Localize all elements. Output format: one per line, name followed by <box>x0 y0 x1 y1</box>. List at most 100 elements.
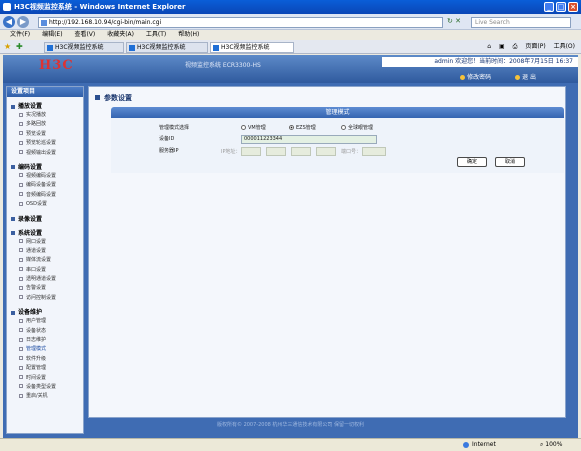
cancel-button[interactable]: 取消 <box>495 157 525 167</box>
sidebar-item-video-output[interactable]: 视频输出设置 <box>7 149 83 158</box>
item-label: 预览轮巡设置 <box>26 140 57 147</box>
menu-edit[interactable]: 编辑(E) <box>42 31 62 38</box>
item-icon <box>19 150 23 155</box>
sidebar-item-live[interactable]: 实况播放 <box>7 111 83 120</box>
radio-global[interactable] <box>341 125 346 130</box>
sidebar-item-preview[interactable]: 预览设置 <box>7 130 83 139</box>
item-label: 设备状态 <box>26 327 47 334</box>
sidebar-item-network[interactable]: 网口设置 <box>7 238 83 247</box>
sidebar-item-upgrade[interactable]: 软件升级 <box>7 355 83 364</box>
mode-option-global[interactable]: 全球眼管理 <box>341 124 373 131</box>
ip-octet-4[interactable] <box>316 147 336 156</box>
sidebar-item-multi-playback[interactable]: 多路回放 <box>7 120 83 129</box>
item-icon <box>19 192 23 197</box>
refresh-stop-buttons[interactable]: ↻ ✕ <box>447 17 471 28</box>
menu-view[interactable]: 查看(V) <box>74 31 95 38</box>
ip-octet-1[interactable] <box>241 147 261 156</box>
item-label: 透明通道设置 <box>26 276 57 283</box>
ip-label: IP地址： <box>221 149 241 155</box>
mode-label: 管理模式选择 <box>159 125 190 131</box>
menu-file[interactable]: 文件(F) <box>10 31 30 38</box>
menu-help[interactable]: 帮助(H) <box>178 31 199 38</box>
mode-option-ezs[interactable]: EZS管理 <box>289 124 316 131</box>
home-icon[interactable]: ⌂ <box>487 43 491 50</box>
menu-favorites[interactable]: 收藏夹(A) <box>107 31 134 38</box>
sidebar-item-reboot[interactable]: 重启/关机 <box>7 392 83 401</box>
logout-link[interactable]: 退 出 <box>515 74 536 81</box>
option-label: EZS管理 <box>296 125 316 131</box>
sidebar-item-channel[interactable]: 通道设置 <box>7 247 83 256</box>
live-search-input[interactable]: Live Search <box>471 17 571 28</box>
globe-icon <box>463 441 469 448</box>
sidebar-item-audio-encoding[interactable]: 音频编码设置 <box>7 191 83 200</box>
browser-tab-3[interactable]: H3C视频监控系统 <box>210 42 294 53</box>
back-button[interactable]: ◀ <box>3 16 15 28</box>
item-label: 串口设置 <box>26 266 47 273</box>
sidebar-item-management-mode[interactable]: 管理模式 <box>7 345 83 354</box>
mode-option-vm[interactable]: VM管理 <box>241 124 266 131</box>
feeds-icon[interactable]: ▣ <box>499 43 505 50</box>
close-button[interactable]: × <box>568 2 578 12</box>
ip-octet-2[interactable] <box>266 147 286 156</box>
sidebar-item-encoder-device[interactable]: 编码设备设置 <box>7 181 83 190</box>
group-title-playback[interactable]: 播放设置 <box>7 103 83 111</box>
print-icon[interactable]: ⎙ <box>513 43 518 50</box>
sidebar-item-users[interactable]: 用户管理 <box>7 317 83 326</box>
tab-favicon <box>129 45 135 51</box>
sidebar-item-alarm[interactable]: 告警设置 <box>7 284 83 293</box>
item-icon <box>19 201 23 206</box>
sidebar-item-device-status[interactable]: 设备状态 <box>7 327 83 336</box>
port-input[interactable] <box>362 147 386 156</box>
menu-tools[interactable]: 工具(T) <box>146 31 166 38</box>
radio-ezs[interactable] <box>289 125 294 130</box>
item-label: 网口设置 <box>26 238 47 245</box>
sidebar-item-time[interactable]: 时间设置 <box>7 374 83 383</box>
option-label: VM管理 <box>248 125 266 131</box>
item-icon <box>19 182 23 187</box>
copyright-footer: 版权所有© 2007-2008 杭州华三通信技术有限公司 保留一切权利 <box>216 422 365 428</box>
group-title-system[interactable]: 系统设置 <box>7 230 83 238</box>
item-icon <box>19 257 23 262</box>
item-label: 媒体流设置 <box>26 257 52 264</box>
confirm-button[interactable]: 确定 <box>457 157 487 167</box>
add-favorite-icon[interactable]: ✚ <box>16 42 23 51</box>
sidebar-item-media-stream[interactable]: 媒体流设置 <box>7 256 83 265</box>
item-label: 设备类型设置 <box>26 383 57 390</box>
item-icon <box>19 356 23 361</box>
item-icon <box>19 140 23 145</box>
maximize-button[interactable]: □ <box>556 2 566 12</box>
sidebar-item-config[interactable]: 配置管理 <box>7 364 83 373</box>
radio-vm[interactable] <box>241 125 246 130</box>
tab-favicon <box>47 45 53 51</box>
item-icon <box>19 248 23 253</box>
forward-button[interactable]: ▶ <box>17 16 29 28</box>
address-field[interactable]: http://192.168.10.94/cgi-bin/main.cgi <box>38 17 443 28</box>
item-label: 访问控制设置 <box>26 294 57 301</box>
sidebar-item-access-control[interactable]: 访问控制设置 <box>7 294 83 303</box>
group-title-encoding[interactable]: 编码设置 <box>7 164 83 172</box>
item-icon <box>19 328 23 333</box>
zoom-control[interactable]: ⌕ 100% <box>540 439 562 451</box>
collapse-icon <box>11 310 15 315</box>
browser-tab-1[interactable]: H3C视频监控系统 <box>44 42 124 53</box>
sidebar-item-video-encoding[interactable]: 视频编码设置 <box>7 172 83 181</box>
ip-octet-3[interactable] <box>291 147 311 156</box>
browser-tab-2[interactable]: H3C视频监控系统 <box>126 42 208 53</box>
sidebar-item-logs[interactable]: 日志维护 <box>7 336 83 345</box>
management-mode-panel: 管理模式选择 VM管理 EZS管理 全球眼管理 设备ID 00001122334… <box>111 118 564 173</box>
sidebar-item-device-type[interactable]: 设备类型设置 <box>7 383 83 392</box>
sidebar-item-serial[interactable]: 串口设置 <box>7 266 83 275</box>
group-title-maintenance[interactable]: 设备维护 <box>7 309 83 317</box>
tools-menu[interactable]: 工具(O) <box>554 43 575 50</box>
header-links: 修改密码 退 出 <box>438 72 536 81</box>
page-menu[interactable]: 页面(P) <box>525 43 545 50</box>
sidebar-item-transparent-channel[interactable]: 透明通道设置 <box>7 275 83 284</box>
device-id-input[interactable]: 000011223344 <box>241 135 377 144</box>
sidebar-item-osd[interactable]: OSD设置 <box>7 200 83 209</box>
change-password-link[interactable]: 修改密码 <box>460 74 491 81</box>
group-title-recording[interactable]: 录像设置 <box>7 216 83 224</box>
sidebar-item-preview-cycle[interactable]: 预览轮巡设置 <box>7 139 83 148</box>
minimize-button[interactable]: _ <box>544 2 554 12</box>
page-icon <box>41 20 47 26</box>
favorites-star-icon[interactable]: ★ <box>4 42 11 51</box>
